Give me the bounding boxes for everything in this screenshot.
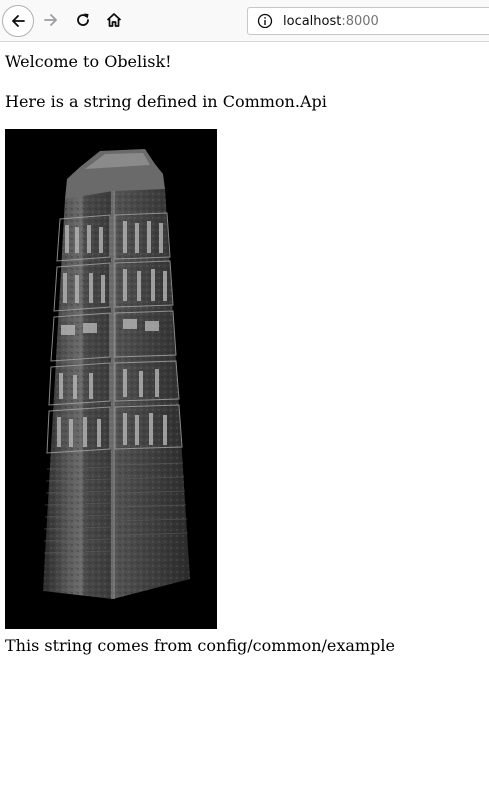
back-arrow-icon xyxy=(12,15,25,27)
welcome-text: Welcome to Obelisk! xyxy=(5,52,172,71)
config-string-text: This string comes from config/common/exa… xyxy=(5,636,395,655)
common-api-text: Here is a string defined in Common.Api xyxy=(5,92,327,111)
obelisk-image xyxy=(5,129,217,629)
url-port: :8000 xyxy=(341,13,379,29)
back-button[interactable] xyxy=(2,5,34,37)
home-icon xyxy=(106,13,122,27)
home-button[interactable] xyxy=(99,5,129,35)
reload-icon xyxy=(77,13,89,26)
url-text[interactable]: localhost:8000 xyxy=(283,14,379,29)
url-bar[interactable]: localhost:8000 xyxy=(247,7,489,35)
browser-toolbar: localhost:8000 xyxy=(0,0,489,42)
forward-button[interactable] xyxy=(36,5,66,35)
reload-button[interactable] xyxy=(68,5,98,35)
url-host: localhost xyxy=(283,13,342,29)
forward-arrow-icon xyxy=(44,14,57,26)
info-icon[interactable] xyxy=(257,13,273,29)
